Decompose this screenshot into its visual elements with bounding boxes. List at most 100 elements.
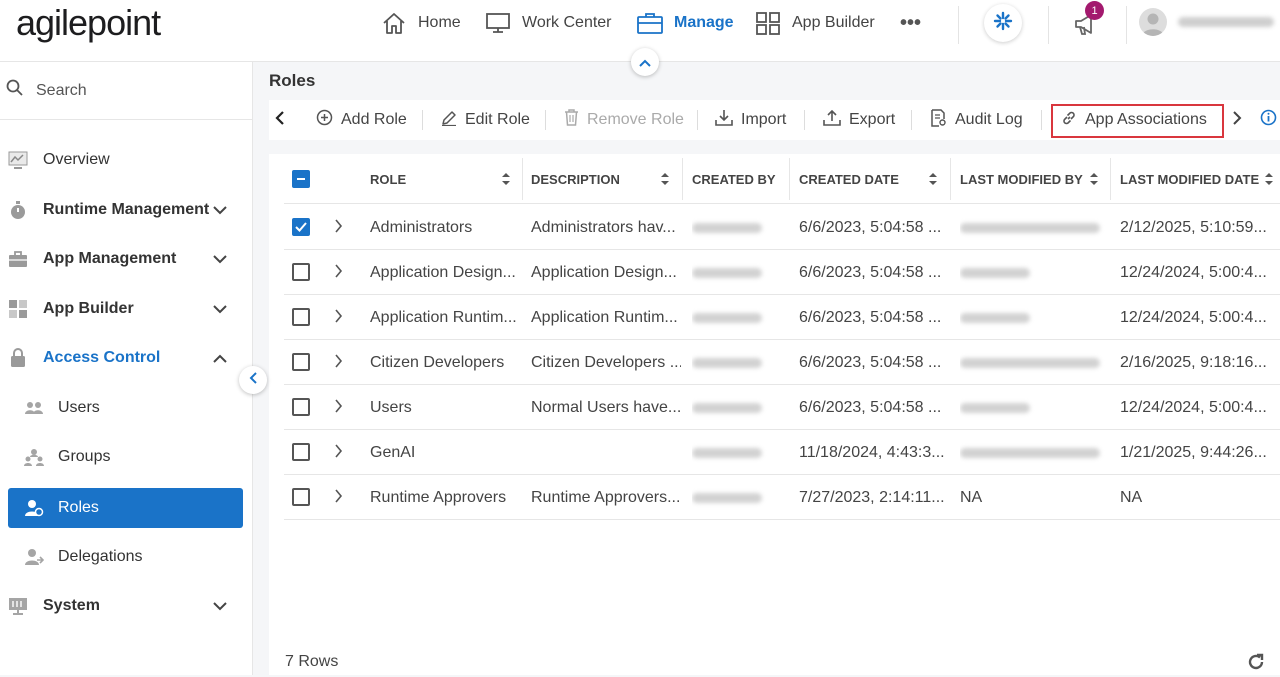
nav-app-builder-label: App Builder [792, 14, 875, 31]
audit-log-button[interactable]: Audit Log [930, 100, 1023, 140]
expand-row-chevron-icon[interactable] [332, 217, 344, 235]
expand-row-chevron-icon[interactable] [332, 262, 344, 280]
redacted-user [692, 222, 762, 233]
cell-created-by [692, 385, 787, 430]
grid-icon [8, 299, 28, 319]
sidebar-item-label: Roles [58, 499, 99, 516]
ai-assistant-button[interactable] [984, 4, 1022, 42]
redacted-user [692, 447, 762, 458]
stopwatch-icon [8, 200, 28, 220]
column-header-created-date[interactable]: CREATED DATE [799, 154, 949, 204]
cell-created-date: 6/6/2023, 5:04:58 ... [799, 218, 942, 236]
sidebar-item-label: Delegations [58, 548, 143, 565]
cell-description: Normal Users have... [531, 398, 681, 416]
row-checkbox[interactable] [292, 488, 310, 506]
cell-created-by [692, 340, 787, 385]
remove-role-button[interactable]: Remove Role [564, 100, 684, 140]
expand-row-chevron-icon[interactable] [332, 352, 344, 370]
column-header-role[interactable]: ROLE [370, 154, 520, 204]
cell-role: Application Runtim... [370, 308, 517, 326]
column-header-last-modified-by[interactable]: LAST MODIFIED BY [960, 154, 1110, 204]
expand-row-chevron-icon[interactable] [332, 442, 344, 460]
cell-last-modified-by: NA [960, 488, 983, 506]
select-all-checkbox[interactable] [292, 170, 310, 188]
agilepoint-logo[interactable]: agilepoint [16, 2, 161, 44]
megaphone-icon [1072, 14, 1100, 42]
home-icon [380, 9, 408, 37]
export-button[interactable]: Export [823, 100, 895, 140]
refresh-button[interactable] [1246, 652, 1266, 672]
nav-app-builder[interactable]: App Builder [754, 0, 875, 46]
cell-created-date: 6/6/2023, 5:04:58 ... [799, 308, 942, 326]
toolbar-separator [1041, 110, 1042, 130]
sidebar-item-label: Users [58, 399, 100, 416]
cell-description: Runtime Approvers... [531, 488, 681, 506]
cell-created-by [692, 205, 787, 250]
table-row[interactable]: Application Runtim... Application Runtim.… [284, 295, 1280, 340]
sidebar-item-app-management[interactable]: App Management [0, 239, 253, 279]
column-label: DESCRIPTION [531, 171, 620, 187]
table-row[interactable]: GenAI 11/18/2024, 4:43:3... 1/21/2025, 9:4… [284, 430, 1280, 475]
row-checkbox[interactable] [292, 353, 310, 371]
toolbar-scroll-right-button[interactable] [1232, 100, 1242, 140]
sidebar-item-access-control[interactable]: Access Control [0, 338, 253, 378]
cell-last-modified-date: 2/16/2025, 9:18:16... [1120, 353, 1267, 371]
table-row[interactable]: Citizen Developers Citizen Developers ...… [284, 340, 1280, 385]
nav-work-center[interactable]: Work Center [484, 0, 612, 46]
sort-icon [929, 173, 937, 185]
sidebar-item-runtime-management[interactable]: Runtime Management [0, 190, 253, 230]
collapse-sidebar-button[interactable] [239, 366, 267, 394]
table-row[interactable]: Application Design... Application Design.… [284, 250, 1280, 295]
expand-row-chevron-icon[interactable] [332, 487, 344, 505]
more-menu-button[interactable]: ••• [900, 0, 921, 46]
column-header-description[interactable]: DESCRIPTION [531, 154, 681, 204]
expand-row-chevron-icon[interactable] [332, 307, 344, 325]
audit-log-icon [930, 108, 947, 132]
sort-icon [1090, 173, 1098, 185]
trash-icon [564, 109, 579, 131]
sidebar-item-overview[interactable]: Overview [0, 140, 253, 180]
row-checkbox[interactable] [292, 218, 310, 236]
row-checkbox[interactable] [292, 308, 310, 326]
search-icon [6, 79, 24, 102]
sidebar-item-delegations[interactable]: Delegations [0, 537, 253, 577]
sidebar-item-groups[interactable]: Groups [0, 437, 253, 477]
row-checkbox[interactable] [292, 443, 310, 461]
sidebar-search[interactable]: Search [0, 62, 252, 120]
chevron-up-icon [639, 54, 651, 70]
add-role-label: Add Role [341, 111, 407, 128]
edit-role-button[interactable]: Edit Role [441, 100, 530, 140]
row-checkbox[interactable] [292, 398, 310, 416]
redacted-user [960, 357, 1100, 368]
redacted-user [960, 402, 1030, 413]
nav-home[interactable]: Home [380, 0, 461, 46]
column-header-last-modified-date[interactable]: LAST MODIFIED DATE [1120, 154, 1280, 204]
sparkle-icon [992, 10, 1014, 37]
collapse-header-button[interactable] [631, 48, 659, 76]
user-name-redacted[interactable] [1178, 17, 1274, 27]
column-header-created-by[interactable]: CREATED BY [692, 154, 792, 204]
table-row[interactable]: Runtime Approvers Runtime Approvers... 7/2… [284, 475, 1280, 520]
monitor-icon [484, 9, 512, 37]
redacted-user [960, 447, 1100, 458]
sidebar-item-roles[interactable]: Roles [8, 488, 243, 528]
redacted-user [692, 312, 762, 323]
sidebar-item-app-builder[interactable]: App Builder [0, 289, 253, 329]
table-row[interactable]: Administrators Administrators hav... 6/6/2… [284, 205, 1280, 250]
cell-last-modified-date: 12/24/2024, 5:00:4... [1120, 308, 1267, 326]
row-checkbox[interactable] [292, 263, 310, 281]
info-button[interactable] [1260, 100, 1277, 140]
expand-row-chevron-icon[interactable] [332, 397, 344, 415]
import-button[interactable]: Import [715, 100, 786, 140]
toolbar-scroll-left-button[interactable] [275, 100, 285, 140]
sidebar-item-users[interactable]: Users [0, 388, 253, 428]
cell-description [531, 430, 681, 475]
table-row[interactable]: Users Normal Users have... 6/6/2023, 5:04:… [284, 385, 1280, 430]
avatar[interactable] [1139, 8, 1167, 36]
sidebar-item-label: Overview [43, 151, 110, 168]
cell-created-by [692, 430, 787, 475]
nav-manage[interactable]: Manage [636, 0, 734, 46]
add-role-button[interactable]: Add Role [316, 100, 407, 140]
sidebar-item-system[interactable]: System [0, 586, 253, 626]
cell-created-by [692, 250, 787, 295]
